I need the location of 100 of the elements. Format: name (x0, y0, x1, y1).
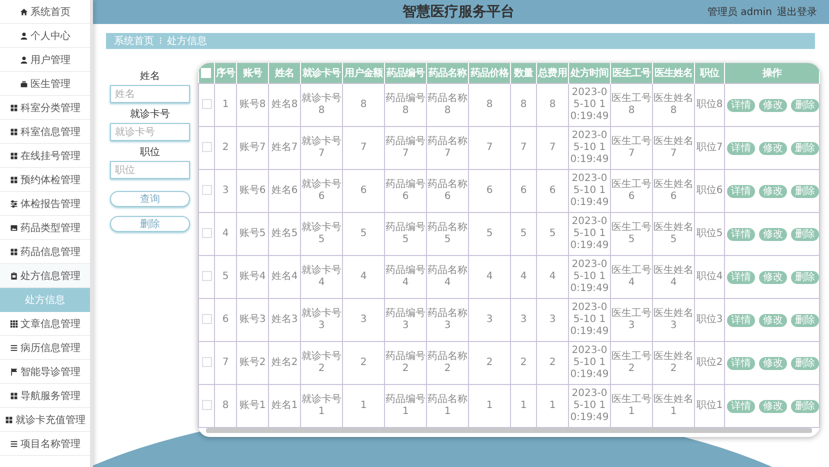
table-cell: 2023-05-10 10:19:49 (568, 126, 610, 170)
table-cell: 1 (214, 84, 236, 126)
column-header: 账号 (236, 63, 268, 84)
table-cell: 药品名称6 (426, 170, 468, 212)
table-cell: 账号8 (236, 84, 268, 126)
query-button[interactable]: 查询 (110, 191, 190, 207)
table-cell: 医生姓名7 (652, 126, 694, 170)
column-header: 用户金额 (342, 63, 384, 84)
table-cell: 药品名称2 (426, 342, 468, 384)
row-checkbox[interactable] (202, 185, 212, 196)
sidebar-item[interactable]: 用户管理 (0, 48, 90, 72)
sidebar-item[interactable]: 在线挂号管理 (0, 144, 90, 168)
action-button[interactable]: 修改 (759, 270, 787, 284)
table-cell: 账号5 (236, 212, 268, 256)
sidebar-item-label: 智能导诊管理 (20, 366, 80, 378)
column-header: 数量 (510, 63, 536, 84)
sidebar-item[interactable]: 药品类型管理 (0, 216, 90, 240)
row-checkbox[interactable] (202, 99, 212, 110)
action-button[interactable]: 删除 (791, 270, 819, 284)
action-button[interactable]: 详情 (727, 228, 755, 240)
action-button[interactable]: 详情 (727, 98, 755, 112)
sidebar-item[interactable]: 科室分类管理 (0, 96, 90, 120)
horizontal-scrollbar[interactable] (206, 428, 812, 433)
row-checkbox[interactable] (202, 357, 212, 368)
sidebar-item[interactable]: 项目名称管理 (0, 432, 90, 456)
breadcrumb-home-link[interactable]: 系统首页 (114, 34, 154, 48)
row-checkbox[interactable] (202, 142, 212, 152)
sidebar-subitem[interactable]: 处方信息 (0, 288, 90, 312)
action-button[interactable]: 删除 (791, 400, 819, 412)
sidebar-item[interactable]: 处方信息管理 (0, 264, 90, 288)
table-cell: 药品编号2 (384, 342, 426, 384)
table-cell: 医生工号3 (610, 298, 652, 342)
table-cell: 2 (342, 342, 384, 384)
table-cell: 5 (510, 212, 536, 256)
sidebar-item[interactable]: 病历信息管理 (0, 336, 90, 360)
sidebar-item[interactable]: 个人中心 (0, 24, 90, 48)
action-button[interactable]: 修改 (759, 314, 787, 326)
table-cell: 账号2 (236, 342, 268, 384)
action-button[interactable]: 详情 (727, 356, 755, 370)
search-field[interactable]: 姓名 (110, 85, 190, 103)
table-cell: 姓名3 (268, 298, 300, 342)
row-checkbox[interactable] (202, 228, 212, 238)
logout-link[interactable]: 退出登录 (776, 5, 817, 19)
grid-icon (10, 152, 18, 160)
table-cell: 7 (536, 126, 568, 170)
sidebar-item[interactable]: 预约体检管理 (0, 168, 90, 192)
action-button[interactable]: 修改 (759, 356, 787, 370)
table-cell: 医生姓名6 (652, 170, 694, 212)
table-cell: 2023-05-10 10:19:49 (568, 170, 610, 212)
sidebar-item-label: 体检报告管理 (20, 198, 80, 210)
action-button[interactable]: 详情 (727, 400, 755, 412)
delete-button[interactable]: 删除 (110, 216, 190, 232)
action-button[interactable]: 详情 (727, 184, 755, 198)
table-cell: 药品编号6 (384, 170, 426, 212)
column-header: 操作 (724, 63, 820, 84)
table-cell: 2 (468, 342, 510, 384)
sidebar-item[interactable]: 科室信息管理 (0, 120, 90, 144)
action-button[interactable]: 删除 (791, 142, 819, 154)
table-cell: 医生工号7 (610, 126, 652, 170)
sidebar-item-label: 药品类型管理 (20, 222, 80, 234)
action-button[interactable]: 删除 (791, 184, 819, 198)
row-checkbox[interactable] (202, 271, 212, 282)
action-button[interactable]: 修改 (759, 400, 787, 412)
action-button[interactable]: 修改 (759, 184, 787, 198)
table-cell: 职位3 (694, 298, 724, 342)
search-field[interactable]: 职位 (110, 161, 190, 179)
table-cell: 2023-05-10 10:19:49 (568, 84, 610, 126)
action-button[interactable]: 删除 (791, 314, 819, 326)
sidebar-item[interactable]: 系统首页 (0, 0, 90, 24)
action-button[interactable]: 修改 (759, 142, 787, 154)
sidebar-item[interactable]: 体检报告管理 (0, 192, 90, 216)
action-button[interactable]: 详情 (727, 270, 755, 284)
select-all-checkbox[interactable] (201, 68, 212, 78)
sidebar-item[interactable]: 导航服务管理 (0, 384, 90, 408)
row-checkbox[interactable] (202, 400, 212, 410)
table-cell: 就诊卡号3 (300, 298, 342, 342)
sidebar-item[interactable]: 就诊卡充值管理 (0, 408, 90, 432)
action-button[interactable]: 修改 (759, 98, 787, 112)
table-cell: 8 (510, 84, 536, 126)
sidebar-item-label: 药品信息管理 (20, 246, 80, 258)
table-cell: 3 (536, 298, 568, 342)
user-label: 管理员 admin (707, 6, 772, 19)
table-cell: 药品名称5 (426, 212, 468, 256)
table-cell: 药品名称7 (426, 126, 468, 170)
action-button[interactable]: 删除 (791, 98, 819, 112)
column-header: 医生工号 (610, 63, 652, 84)
row-checkbox[interactable] (202, 314, 212, 324)
search-field[interactable]: 就诊卡号 (110, 123, 190, 141)
action-button[interactable]: 删除 (791, 356, 819, 370)
sidebar-item[interactable]: 智能导诊管理 (0, 360, 90, 384)
action-button[interactable]: 详情 (727, 314, 755, 326)
action-button[interactable]: 删除 (791, 228, 819, 240)
table-cell: 姓名6 (268, 170, 300, 212)
sidebar-item[interactable]: 文章信息管理 (0, 312, 90, 336)
table-cell: 2 (536, 342, 568, 384)
action-button[interactable]: 详情 (727, 142, 755, 154)
table-cell: 2 (214, 126, 236, 170)
action-button[interactable]: 修改 (759, 228, 787, 240)
table-cell: 账号3 (236, 298, 268, 342)
sidebar-item[interactable]: 医生管理 (0, 72, 90, 96)
